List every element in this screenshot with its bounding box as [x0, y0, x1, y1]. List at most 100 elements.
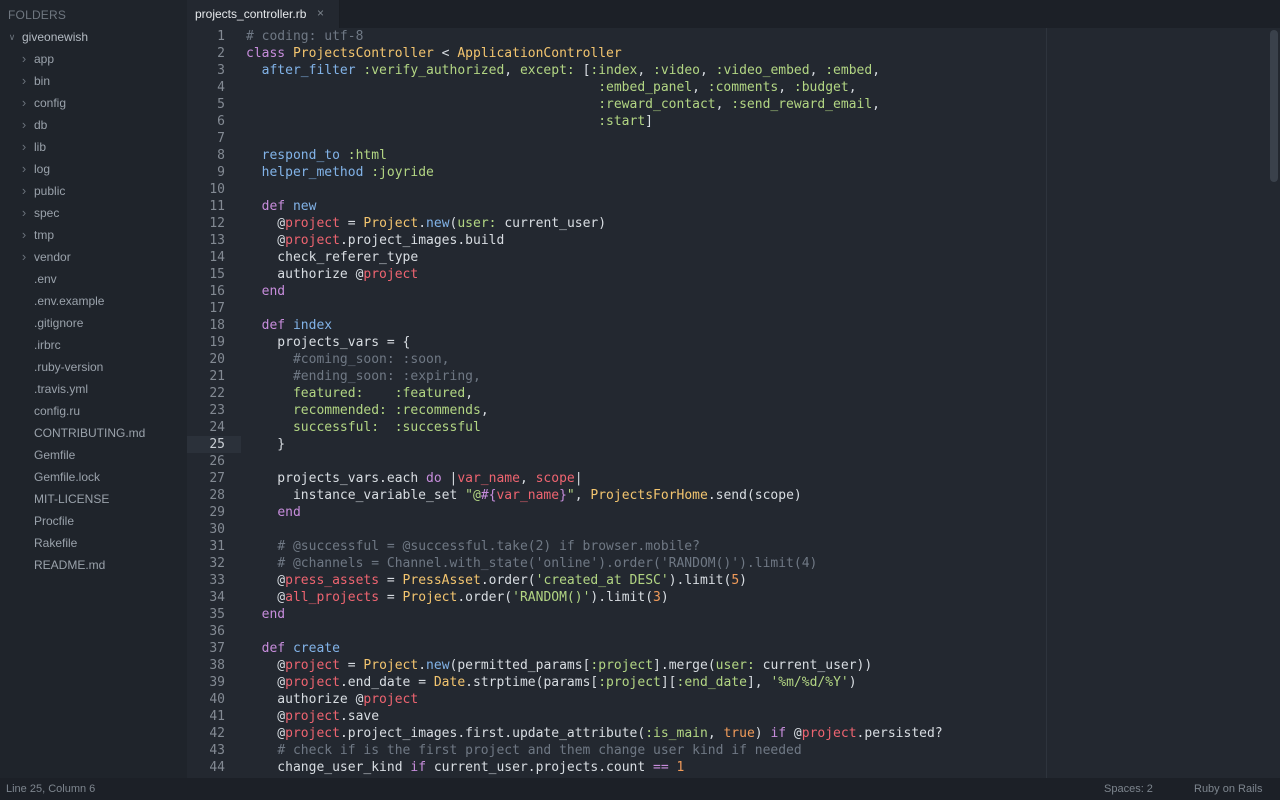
- chevron-right-icon[interactable]: ›: [19, 246, 29, 268]
- tree-item-label: log: [34, 162, 51, 176]
- code-line[interactable]: 16 end: [187, 283, 1267, 300]
- code-line[interactable]: 19 projects_vars = {: [187, 334, 1267, 351]
- close-icon[interactable]: ×: [317, 6, 324, 20]
- code-line[interactable]: 29 end: [187, 504, 1267, 521]
- folder-item[interactable]: › log: [0, 158, 187, 180]
- chevron-right-icon[interactable]: ›: [19, 180, 29, 202]
- chevron-right-icon[interactable]: ›: [19, 48, 29, 70]
- cursor-position[interactable]: Line 25, Column 6: [6, 783, 95, 795]
- code-line[interactable]: 13 @project.project_images.build: [187, 232, 1267, 249]
- chevron-right-icon[interactable]: ›: [19, 70, 29, 92]
- code-line[interactable]: 36: [187, 623, 1267, 640]
- folder-item[interactable]: ∨ giveonewish: [0, 26, 187, 48]
- code-line[interactable]: 3 after_filter :verify_authorized, excep…: [187, 62, 1267, 79]
- file-item[interactable]: .irbrc: [0, 334, 187, 356]
- code-line[interactable]: 21 #ending_soon: :expiring,: [187, 368, 1267, 385]
- folder-item[interactable]: › vendor: [0, 246, 187, 268]
- code-line[interactable]: 17: [187, 300, 1267, 317]
- folder-item[interactable]: › bin: [0, 70, 187, 92]
- folder-item[interactable]: › db: [0, 114, 187, 136]
- file-item[interactable]: .env.example: [0, 290, 187, 312]
- code-line[interactable]: 22 featured: :featured,: [187, 385, 1267, 402]
- file-item[interactable]: Gemfile.lock: [0, 466, 187, 488]
- file-item[interactable]: .ruby-version: [0, 356, 187, 378]
- folder-item[interactable]: › lib: [0, 136, 187, 158]
- code-line[interactable]: 27 projects_vars.each do |var_name, scop…: [187, 470, 1267, 487]
- line-number: 22: [209, 386, 225, 401]
- code-text: }: [246, 437, 286, 452]
- code-line[interactable]: 38 @project = Project.new(permitted_para…: [187, 657, 1267, 674]
- file-item[interactable]: config.ru: [0, 400, 187, 422]
- code-line[interactable]: 1 # coding: utf-8: [187, 28, 1267, 45]
- indentation-setting[interactable]: Spaces: 2: [1104, 783, 1153, 795]
- folder-item[interactable]: › public: [0, 180, 187, 202]
- code-line[interactable]: 23 recommended: :recommends,: [187, 402, 1267, 419]
- code-line[interactable]: 14 check_referer_type: [187, 249, 1267, 266]
- code-line[interactable]: 35 end: [187, 606, 1267, 623]
- code-text: :reward_contact, :send_reward_email,: [598, 97, 880, 112]
- code-line[interactable]: 33 @press_assets = PressAsset.order('cre…: [187, 572, 1267, 589]
- code-line[interactable]: 12 @project = Project.new(user: current_…: [187, 215, 1267, 232]
- code-line[interactable]: 7: [187, 130, 1267, 147]
- chevron-right-icon[interactable]: ›: [19, 114, 29, 136]
- file-item[interactable]: CONTRIBUTING.md: [0, 422, 187, 444]
- tab-projects-controller[interactable]: projects_controller.rb ×: [187, 0, 340, 28]
- chevron-right-icon[interactable]: ›: [19, 224, 29, 246]
- code-line[interactable]: 11 def new: [187, 198, 1267, 215]
- file-item[interactable]: .gitignore: [0, 312, 187, 334]
- code-line[interactable]: 28 instance_variable_set "@#{var_name}",…: [187, 487, 1267, 504]
- code-line[interactable]: 6 :start]: [187, 113, 1267, 130]
- file-item[interactable]: Procfile: [0, 510, 187, 532]
- code-text: def new: [261, 199, 317, 214]
- folder-item[interactable]: › spec: [0, 202, 187, 224]
- folder-item[interactable]: › app: [0, 48, 187, 70]
- line-number: 31: [209, 539, 225, 554]
- code-line[interactable]: 37 def create: [187, 640, 1267, 657]
- scrollbar-thumb[interactable]: [1270, 30, 1278, 182]
- code-line[interactable]: 26: [187, 453, 1267, 470]
- file-item[interactable]: .travis.yml: [0, 378, 187, 400]
- tree-item-label: .ruby-version: [34, 360, 104, 374]
- code-line[interactable]: 18 def index: [187, 317, 1267, 334]
- file-item[interactable]: MIT-LICENSE: [0, 488, 187, 510]
- syntax-selector[interactable]: Ruby on Rails: [1194, 783, 1262, 795]
- code-line[interactable]: 9 helper_method :joyride: [187, 164, 1267, 181]
- code-line[interactable]: 8 respond_to :html: [187, 147, 1267, 164]
- code-line[interactable]: 20 #coming_soon: :soon,: [187, 351, 1267, 368]
- code-line[interactable]: 2 class ProjectsController < ApplicationC…: [187, 45, 1267, 62]
- code-line[interactable]: 42 @project.project_images.first.update_…: [187, 725, 1267, 742]
- chevron-right-icon[interactable]: ›: [19, 136, 29, 158]
- code-line[interactable]: 44 change_user_kind if current_user.proj…: [187, 759, 1267, 776]
- file-item[interactable]: Rakefile: [0, 532, 187, 554]
- line-number: 7: [217, 131, 225, 146]
- code-editor[interactable]: 1 # coding: utf-8 2 class ProjectsControlle…: [187, 28, 1280, 778]
- folder-item[interactable]: › tmp: [0, 224, 187, 246]
- line-number: 40: [209, 692, 225, 707]
- code-line[interactable]: 31 # @successful = @successful.take(2) i…: [187, 538, 1267, 555]
- code-line[interactable]: 30: [187, 521, 1267, 538]
- chevron-down-icon[interactable]: ∨: [7, 26, 17, 48]
- code-line[interactable]: 4 :embed_panel, :comments, :budget,: [187, 79, 1267, 96]
- code-line[interactable]: 40 authorize @project: [187, 691, 1267, 708]
- code-line[interactable]: 32 # @channels = Channel.with_state('onl…: [187, 555, 1267, 572]
- code-text: :embed_panel, :comments, :budget,: [598, 80, 857, 95]
- file-item[interactable]: Gemfile: [0, 444, 187, 466]
- line-number: 15: [209, 267, 225, 282]
- line-number: 34: [209, 590, 225, 605]
- chevron-right-icon[interactable]: ›: [19, 202, 29, 224]
- code-line[interactable]: 43 # check if is the first project and t…: [187, 742, 1267, 759]
- chevron-right-icon[interactable]: ›: [19, 92, 29, 114]
- code-line[interactable]: 34 @all_projects = Project.order('RANDOM…: [187, 589, 1267, 606]
- code-line[interactable]: 5 :reward_contact, :send_reward_email,: [187, 96, 1267, 113]
- code-line[interactable]: 24 successful: :successful: [187, 419, 1267, 436]
- folders-header: FOLDERS: [8, 8, 67, 22]
- code-line[interactable]: 25 }: [187, 436, 1267, 453]
- folder-item[interactable]: › config: [0, 92, 187, 114]
- code-line[interactable]: 10: [187, 181, 1267, 198]
- file-item[interactable]: README.md: [0, 554, 187, 576]
- code-line[interactable]: 41 @project.save: [187, 708, 1267, 725]
- chevron-right-icon[interactable]: ›: [19, 158, 29, 180]
- code-line[interactable]: 15 authorize @project: [187, 266, 1267, 283]
- code-line[interactable]: 39 @project.end_date = Date.strptime(par…: [187, 674, 1267, 691]
- file-item[interactable]: .env: [0, 268, 187, 290]
